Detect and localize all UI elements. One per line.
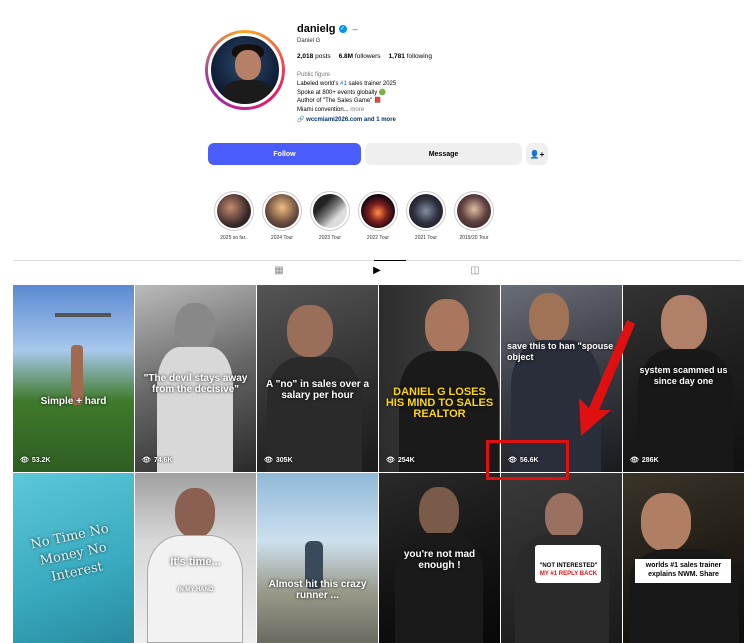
reel-caption: worlds #1 sales trainer explains NWM. Sh… [645, 562, 722, 578]
external-link[interactable]: 🔗 wccmiami2026.com and 1 more [297, 116, 567, 125]
reel-tile[interactable]: you're not mad enough ! [379, 473, 500, 643]
username: danielg [297, 22, 336, 35]
reel-caption: "The devil stays away from the decisive" [143, 373, 248, 395]
grid-icon: ▦ [274, 265, 284, 276]
category-label: Public figure [297, 72, 331, 78]
tab-reels[interactable]: ▶ [370, 265, 384, 279]
reel-tile[interactable]: Simple + hard 👁 53.2K [13, 285, 134, 472]
reel-caption: Simple + hard [40, 396, 107, 407]
profile-stats: 2,018 posts 6.8M followers 1,781 followi… [297, 52, 567, 61]
reel-caption: you're not mad enough ! [403, 549, 476, 571]
reel-caption: A "no" in sales over a salary per hour [265, 379, 370, 401]
tab-tagged[interactable]: ◫ [468, 265, 482, 279]
view-count: 👁 305K [264, 456, 293, 465]
tagged-icon: ◫ [470, 265, 480, 276]
profile-avatar[interactable] [205, 30, 285, 110]
highlight-2025[interactable]: 2025 so far.. [214, 191, 254, 241]
active-tab-indicator [374, 260, 406, 261]
eye-icon: 👁 [630, 457, 639, 464]
reel-tile[interactable]: It's time... IN MY HAND [135, 473, 256, 643]
bio-line-1: Labeled world's #1 sales trainer 2025 [297, 81, 397, 87]
bio-line-4: Miami convention... more [297, 106, 365, 113]
reel-tile[interactable]: "NOT INTERESTED" MY #1 REPLY BACK [501, 473, 622, 643]
reel-caption: system scammed us since day one [639, 365, 728, 386]
reel-caption: No Time No Money No Interest [29, 521, 111, 585]
reel-caption: Almost hit this crazy runner ... [268, 579, 367, 601]
view-count: 👁 74.6K [142, 456, 173, 465]
view-count: 👁 254K [386, 456, 415, 465]
profile-tabs: ▦ ▶ ◫ [13, 260, 742, 284]
reel-tile[interactable]: No Time No Money No Interest [13, 473, 134, 643]
reel-tile[interactable]: A "no" in sales over a salary per hour 👁… [257, 285, 378, 472]
eye-icon: 👁 [20, 457, 29, 464]
view-count: 👁 53.2K [20, 456, 51, 465]
reel-tile[interactable]: Almost hit this crazy runner ... [257, 473, 378, 643]
suggested-users-button[interactable]: 👤+ [526, 143, 548, 165]
follow-button[interactable]: Follow [208, 143, 361, 165]
reel-tile[interactable]: worlds #1 sales trainer explains NWM. Sh… [623, 473, 744, 643]
reel-tile[interactable]: DANIEL G LOSES HIS MIND TO SALES REALTOR… [379, 285, 500, 472]
reel-tile[interactable]: "The devil stays away from the decisive"… [135, 285, 256, 472]
profile-header: danielg ✓ – Daniel G 2,018 posts 6.8M fo… [205, 22, 567, 125]
highlight-box-annotation [486, 440, 569, 480]
reel-subcaption: IN MY HAND [177, 587, 214, 593]
add-user-icon: 👤+ [529, 149, 545, 159]
highlight-2023[interactable]: 2023 Tour [310, 191, 350, 241]
bio-line-2: Spoke at 800+ events globally 🟢 [297, 89, 387, 96]
link-icon: 🔗 [297, 117, 305, 123]
red-arrow-annotation [579, 320, 635, 436]
bio: Labeled world's #1 sales trainer 2025 Sp… [297, 80, 567, 114]
verified-badge-icon: ✓ [338, 25, 347, 33]
bio-more-link[interactable]: more [350, 107, 364, 113]
highlight-2021[interactable]: 2021 Tour [406, 191, 446, 241]
options-icon[interactable]: – [353, 24, 358, 34]
tab-posts[interactable]: ▦ [272, 265, 286, 279]
highlight-2022[interactable]: 2022 Tour [358, 191, 398, 241]
eye-icon: 👁 [386, 457, 395, 464]
eye-icon: 👁 [142, 457, 151, 464]
profile-info: danielg ✓ – Daniel G 2,018 posts 6.8M fo… [297, 22, 567, 125]
full-name: Daniel G [297, 38, 321, 44]
following-count[interactable]: 1,781 following [389, 52, 432, 61]
reel-subcaption: MY #1 REPLY BACK [539, 571, 598, 577]
posts-count: 2,018 posts [297, 53, 331, 60]
message-button[interactable]: Message [365, 143, 522, 165]
reel-caption: DANIEL G LOSES HIS MIND TO SALES REALTOR [385, 386, 494, 420]
story-highlights: 2025 so far.. 2024 Tour 2023 Tour 2022 T… [214, 191, 494, 241]
highlight-2024[interactable]: 2024 Tour [262, 191, 302, 241]
eye-icon: 👁 [264, 457, 273, 464]
view-count: 👁 286K [630, 456, 659, 465]
followers-count[interactable]: 6.8M followers [339, 52, 381, 61]
bio-line-3: Author of "The Sales Game" 📕 [297, 98, 382, 104]
highlight-2019-20[interactable]: 2019/20 Tour [454, 191, 494, 241]
reels-icon: ▶ [373, 265, 381, 276]
reel-caption: It's time... [170, 556, 221, 568]
